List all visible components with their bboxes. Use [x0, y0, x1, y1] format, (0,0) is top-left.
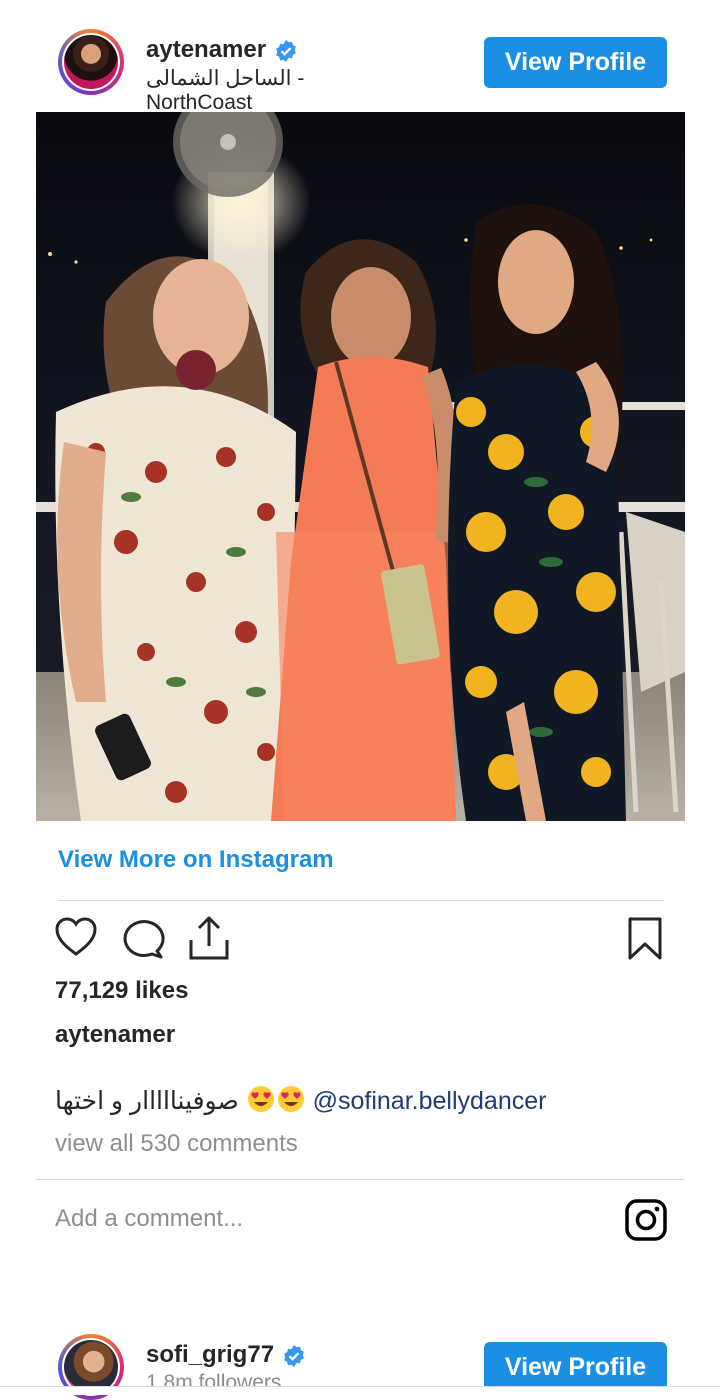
caption-mention-link[interactable]: @sofinar.bellydancer	[313, 1087, 547, 1115]
view-comments-link[interactable]: view all 530 comments	[55, 1130, 298, 1158]
bookmark-icon	[628, 917, 662, 960]
like-button[interactable]	[54, 916, 98, 958]
post-location[interactable]: الساحل الشمالى - NorthCoast	[146, 66, 406, 115]
caption-username[interactable]: aytenamer	[55, 1021, 175, 1049]
heart-eyes-emoji	[277, 1086, 304, 1112]
bookmark-button[interactable]	[627, 916, 663, 962]
view-more-link[interactable]: View More on Instagram	[58, 846, 334, 874]
view-profile-button[interactable]: View Profile	[484, 37, 667, 88]
heart-icon	[55, 917, 97, 956]
divider	[58, 900, 663, 901]
post-photo[interactable]	[36, 112, 685, 821]
verified-badge-icon	[284, 1344, 304, 1367]
post-username[interactable]: sofi_grig77	[146, 1341, 306, 1369]
comment-icon	[123, 920, 165, 959]
instagram-logo-icon	[625, 1199, 667, 1241]
add-comment-input[interactable]: Add a comment...	[55, 1205, 243, 1233]
divider	[36, 1179, 685, 1180]
verified-badge-icon	[276, 39, 296, 62]
heart-eyes-emoji	[247, 1086, 274, 1112]
post-photo-illustration	[36, 112, 685, 821]
avatar-photo	[64, 35, 118, 89]
instagram-logo-link[interactable]	[624, 1198, 668, 1242]
comment-button[interactable]	[121, 917, 165, 959]
likes-count: 77,129 likes	[55, 977, 189, 1004]
share-button[interactable]	[188, 914, 230, 962]
share-icon	[189, 916, 229, 960]
post-username[interactable]: aytenamer	[146, 36, 298, 64]
avatar[interactable]	[58, 29, 124, 95]
post-caption: صوفينااااار و اختها @sofinar.bellydancer	[55, 1085, 546, 1116]
caption-arabic-text: صوفينااااار و اختها	[55, 1087, 239, 1115]
